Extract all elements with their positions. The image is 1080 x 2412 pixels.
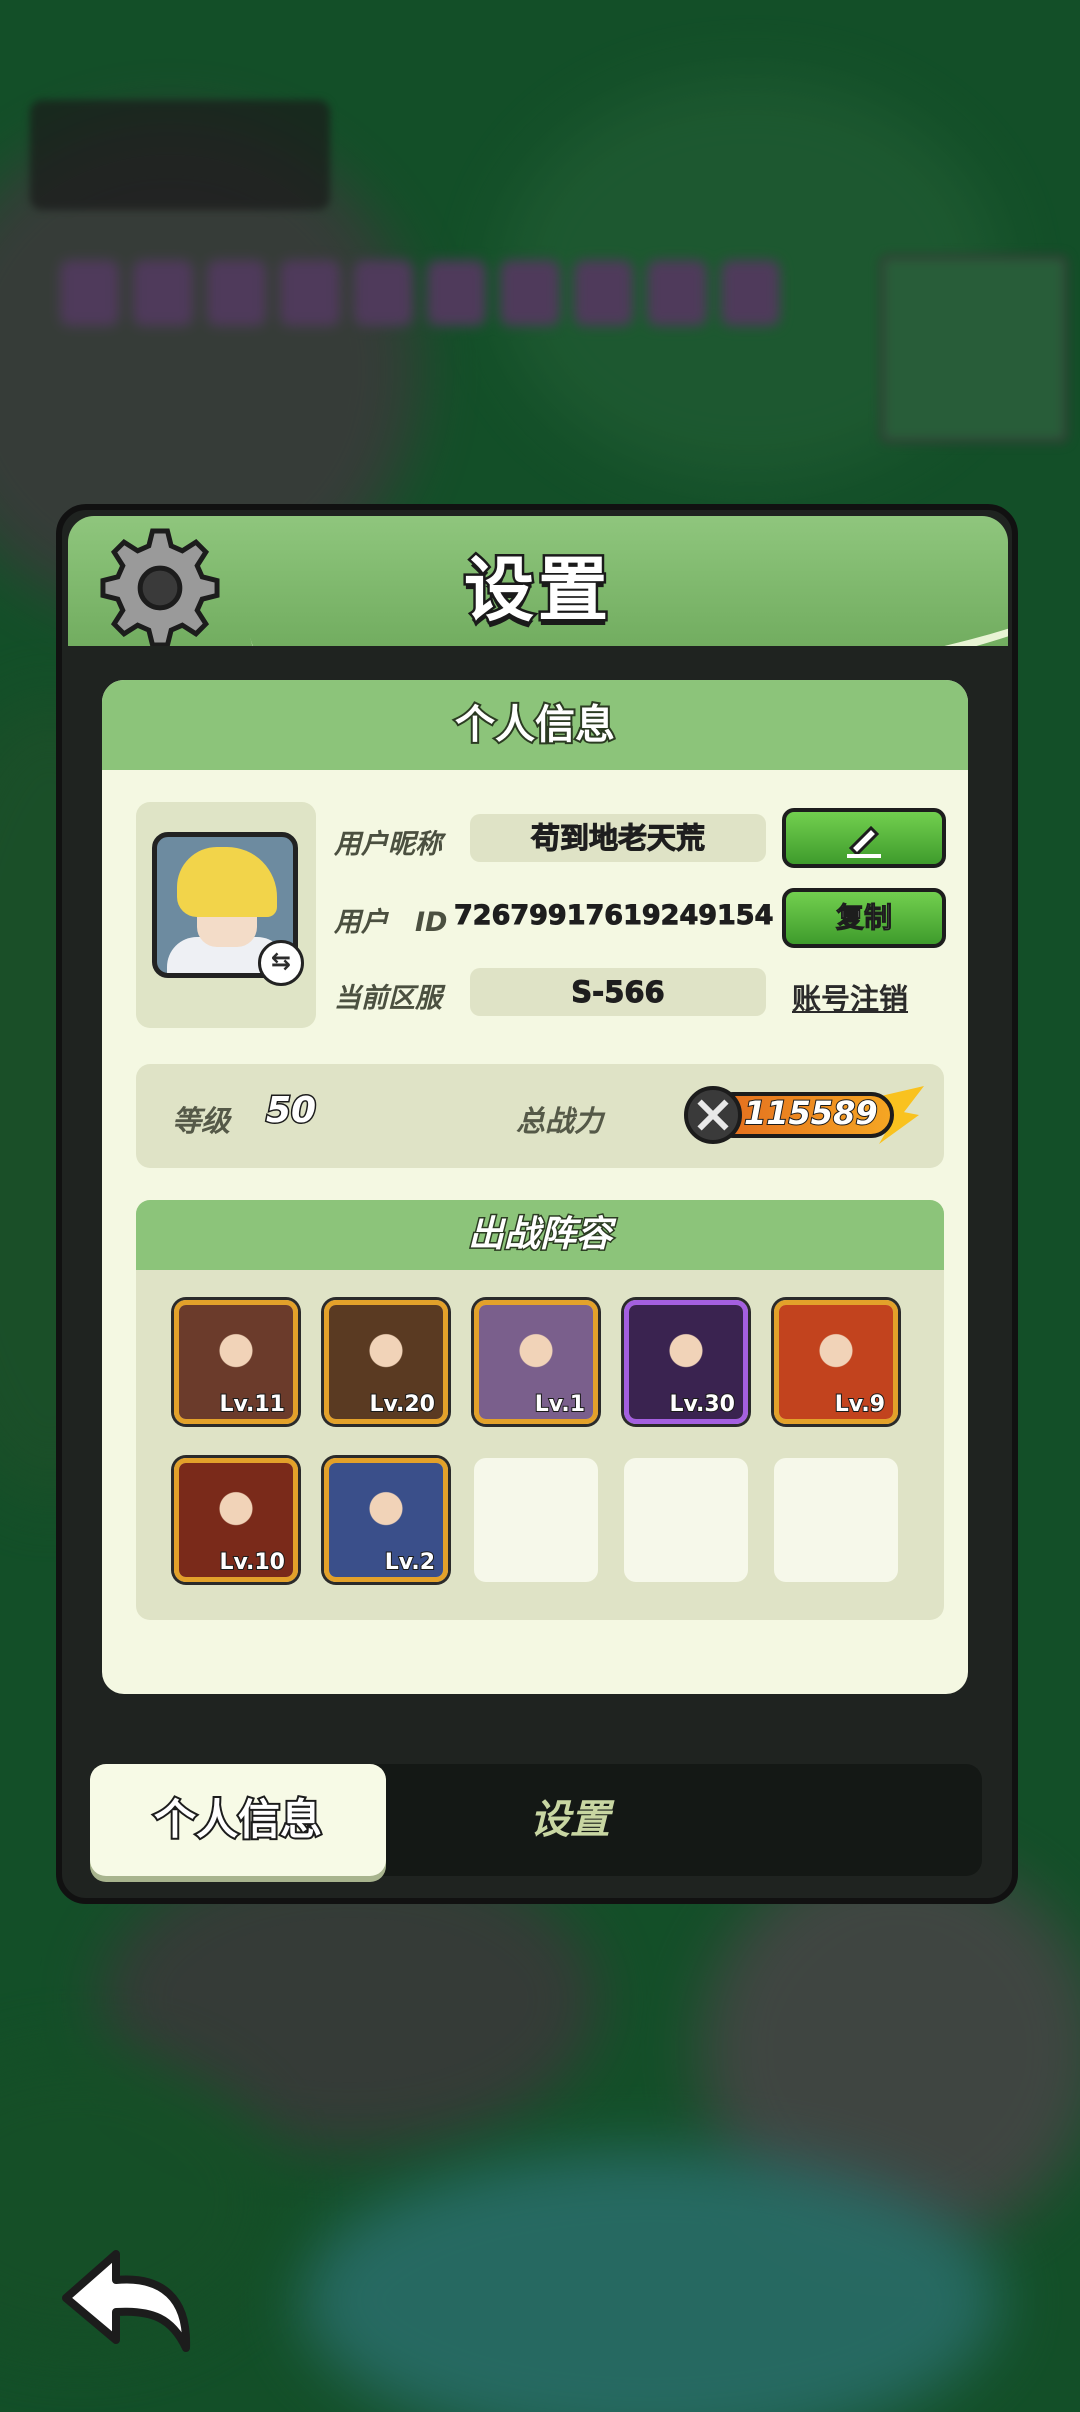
swap-avatar-icon[interactable]: ⇆ [258,940,304,986]
hero-level: Lv.11 [218,1391,286,1418]
hero-slot[interactable]: Lv.11 [174,1300,298,1424]
panel-header: 设置 [68,516,1008,646]
battle-lineup: 出战阵容 Lv.11 Lv.20 Lv.1 Lv.30 Lv.9 Lv.10 Lv.2 [136,1200,944,1620]
hero-level: Lv.9 [834,1391,886,1418]
hero-level: Lv.20 [368,1391,436,1418]
hero-slot[interactable]: Lv.10 [174,1458,298,1582]
tab-settings[interactable]: 设置 [470,1764,670,1876]
server-value: S-566 [470,968,766,1016]
lineup-header: 出战阵容 [136,1200,944,1270]
back-arrow-icon[interactable] [54,2246,198,2356]
hero-slot[interactable]: Lv.1 [474,1300,598,1424]
user-id-label: 用户 ID [334,907,448,938]
personal-info-header: 个人信息 [102,680,968,770]
pencil-icon [847,825,881,858]
level-value: 50 [264,1089,317,1133]
settings-panel: 设置 个人信息 ⇆ 用户昵称 苟到地老天荒 用户 ID 726799176192… [56,504,1018,1904]
nickname-label: 用户昵称 [334,829,442,860]
avatar-box: ⇆ [136,802,316,1028]
stats-box: 等级 50 总战力 115589 [136,1064,944,1168]
tab-personal-info[interactable]: 个人信息 [90,1764,386,1876]
hero-slot[interactable]: Lv.9 [774,1300,898,1424]
hero-level: Lv.1 [534,1391,586,1418]
empty-hero-slot[interactable] [624,1458,748,1582]
personal-info-card: 个人信息 ⇆ 用户昵称 苟到地老天荒 用户 ID 726799176192491… [102,680,968,1694]
empty-hero-slot[interactable] [774,1458,898,1582]
power-label: 总战力 [516,1104,604,1138]
user-id-value: 72679917619249154 [454,900,774,932]
hero-level: Lv.30 [668,1391,736,1418]
edit-nickname-button[interactable] [782,808,946,868]
hero-level: Lv.10 [218,1549,286,1576]
nickname-value: 苟到地老天荒 [470,814,766,862]
empty-hero-slot[interactable] [474,1458,598,1582]
hero-slot[interactable]: Lv.2 [324,1458,448,1582]
page-title: 设置 [462,547,612,634]
crossed-swords-icon [684,1086,742,1144]
hero-slot[interactable]: Lv.30 [624,1300,748,1424]
account-deletion-link[interactable]: 账号注销 [792,976,908,1018]
power-badge: 115589 [684,1086,924,1144]
hero-slot[interactable]: Lv.20 [324,1300,448,1424]
tab-bar: 个人信息 设置 [90,1764,982,1876]
hero-level: Lv.2 [384,1549,436,1576]
power-value: 115589 [743,1093,879,1133]
copy-button[interactable]: 复制 [782,888,946,948]
level-label: 等级 [172,1104,231,1138]
server-label: 当前区服 [334,983,442,1014]
